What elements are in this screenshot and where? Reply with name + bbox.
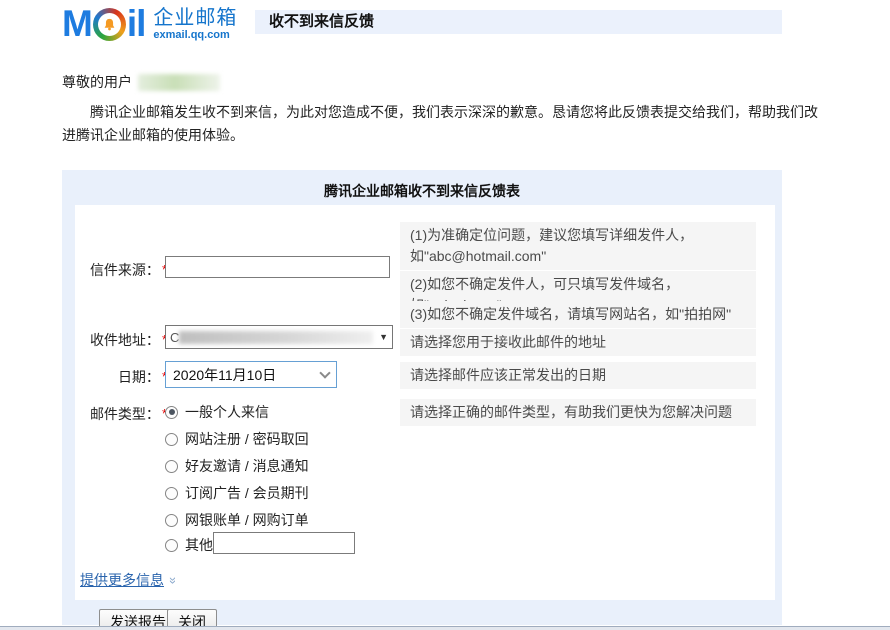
mail-type-option-register[interactable]: 网站注册 / 密码取回: [165, 429, 309, 449]
logo-letters-il: il: [127, 4, 146, 44]
source-label: 信件来源：*: [75, 260, 167, 280]
mail-type-option-bills[interactable]: 网银账单 / 网购订单: [165, 510, 309, 530]
mail-type-option-other[interactable]: 其他: [165, 535, 213, 555]
address-select[interactable]: C ▼: [165, 325, 393, 349]
radio-icon[interactable]: [165, 487, 178, 500]
radio-icon[interactable]: [165, 460, 178, 473]
greeting-text: 尊敬的用户: [62, 72, 132, 92]
logo-letter-m: M: [62, 4, 92, 44]
logo-domain: exmail.qq.com: [153, 30, 237, 41]
source-hint-3: (3)如您不确定发件域名，请填写网站名，如"拍拍网": [400, 301, 756, 328]
mail-type-option-personal[interactable]: 一般个人来信: [165, 402, 269, 422]
date-select[interactable]: 2020年11月10日: [165, 361, 337, 388]
feedback-form-panel: 腾讯企业邮箱收不到来信反馈表 信件来源：* (1)为准确定位问题，建议您填写详细…: [62, 170, 782, 625]
date-value: 2020年11月10日: [173, 365, 321, 385]
other-type-input[interactable]: [213, 532, 355, 554]
page-title: 收不到来信反馈: [255, 10, 782, 30]
chevron-down-icon: [319, 367, 330, 378]
more-info-link[interactable]: 提供更多信息«: [80, 570, 175, 590]
page: M il 企业邮箱 exmail.qq.com 收不到来信反馈 尊敬的用户 腾讯…: [0, 0, 890, 630]
form-title: 腾讯企业邮箱收不到来信反馈表: [62, 170, 782, 201]
redacted-username: [138, 74, 220, 91]
date-label: 日期：*: [75, 367, 167, 387]
form-body: 信件来源：* (1)为准确定位问题，建议您填写详细发件人，如"abc@hotma…: [75, 205, 775, 600]
mail-type-hint: 请选择正确的邮件类型，有助我们更快为您解决问题: [400, 399, 756, 426]
double-chevron-down-icon: «: [164, 577, 179, 584]
bell-icon: [103, 18, 116, 31]
redacted-address: [179, 331, 373, 344]
radio-icon[interactable]: [165, 514, 178, 527]
mail-type-option-invite[interactable]: 好友邀请 / 消息通知: [165, 456, 309, 476]
intro-paragraph: 腾讯企业邮箱发生收不到来信，为此对您造成不便，我们表示深深的歉意。恳请您将此反馈…: [62, 101, 828, 147]
logo-product-name: 企业邮箱: [153, 8, 237, 28]
address-hint: 请选择您用于接收此邮件的地址: [400, 329, 756, 356]
radio-icon[interactable]: [165, 433, 178, 446]
source-input[interactable]: [165, 256, 390, 278]
radio-icon[interactable]: [165, 539, 178, 552]
mail-type-option-ads[interactable]: 订阅广告 / 会员期刊: [165, 483, 309, 503]
address-label: 收件地址：*: [75, 330, 167, 350]
mail-ring-icon: [93, 8, 126, 41]
exmail-logo[interactable]: M il 企业邮箱 exmail.qq.com: [62, 4, 237, 44]
mail-type-label: 邮件类型：*: [75, 404, 167, 424]
date-hint: 请选择邮件应该正常发出的日期: [400, 362, 756, 389]
window-bottom-edge: [0, 626, 890, 630]
greeting-line: 尊敬的用户: [62, 72, 220, 92]
dropdown-arrow-icon: ▼: [379, 332, 388, 342]
source-hint-1: (1)为准确定位问题，建议您填写详细发件人，如"abc@hotmail.com": [400, 222, 756, 270]
radio-selected-icon[interactable]: [165, 406, 178, 419]
page-title-band: 收不到来信反馈: [255, 10, 782, 34]
logo-wordmark: M il: [62, 4, 145, 44]
